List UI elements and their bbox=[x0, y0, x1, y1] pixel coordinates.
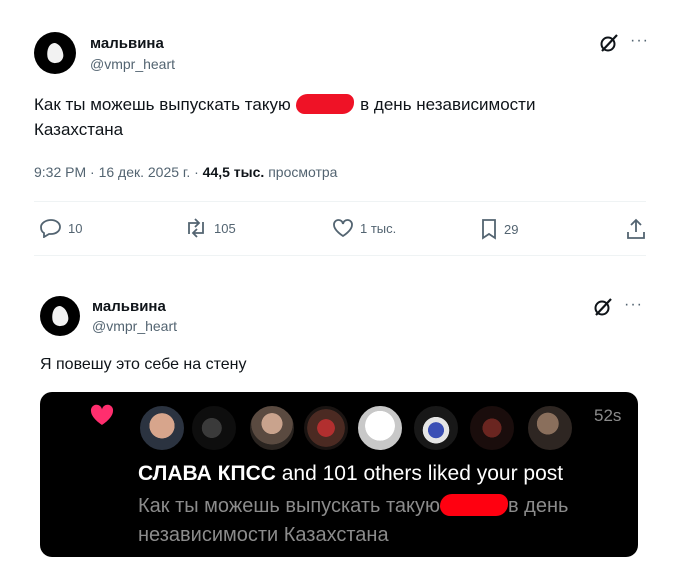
repost-icon bbox=[188, 218, 204, 238]
reply-button[interactable]: 10 bbox=[40, 218, 82, 238]
heart-icon bbox=[90, 404, 114, 431]
avatar[interactable] bbox=[34, 32, 76, 74]
like-button[interactable]: 1 тыс. bbox=[332, 218, 396, 238]
post-text-line2: Казахстана bbox=[34, 120, 124, 139]
repost-count: 105 bbox=[214, 220, 236, 236]
post-text-part1: Как ты можешь выпускать такую bbox=[34, 95, 291, 114]
flame-logo-icon bbox=[45, 41, 65, 65]
flame-logo-icon bbox=[50, 304, 70, 328]
author-handle[interactable]: @vmpr_heart bbox=[90, 56, 175, 72]
views-count: 44,5 тыс. bbox=[202, 164, 265, 180]
divider bbox=[34, 255, 646, 256]
liker-avatar[interactable] bbox=[356, 404, 404, 452]
views-label: просмотра bbox=[268, 164, 338, 180]
notification-card[interactable]: 52s СЛАВА КПСС and 101 others liked your… bbox=[40, 392, 638, 557]
like-icon bbox=[333, 219, 353, 238]
notification-post-preview: Как ты можешь выпускать такую в день неза… bbox=[138, 492, 618, 550]
liker-name[interactable]: СЛАВА КПСС bbox=[138, 462, 276, 485]
repost-button[interactable]: 105 bbox=[184, 218, 236, 238]
grok-icon[interactable] bbox=[598, 32, 620, 59]
notification-title-rest: and 101 others liked your post bbox=[281, 462, 564, 485]
post-text: Как ты можешь выпускать такую в день нез… bbox=[34, 92, 594, 142]
bookmark-button[interactable]: 29 bbox=[480, 218, 518, 240]
liker-avatar[interactable] bbox=[412, 404, 460, 452]
post-time[interactable]: 9:32 PM · 16 дек. 2025 г. · bbox=[34, 164, 203, 180]
share-button[interactable] bbox=[626, 218, 646, 240]
liker-avatar[interactable] bbox=[526, 404, 574, 452]
liker-avatar[interactable] bbox=[190, 404, 238, 452]
bookmark-count: 29 bbox=[504, 221, 519, 237]
liker-avatar[interactable] bbox=[248, 404, 296, 452]
preview-line2: независимости Казахстана bbox=[138, 524, 389, 546]
liker-avatar[interactable] bbox=[302, 404, 350, 452]
notification-title: СЛАВА КПСС and 101 others liked your pos… bbox=[138, 462, 563, 486]
avatar[interactable] bbox=[40, 296, 80, 336]
reply-icon bbox=[40, 219, 61, 238]
divider bbox=[34, 201, 646, 202]
preview-part2: в день bbox=[508, 495, 569, 517]
more-icon[interactable]: ··· bbox=[630, 32, 649, 50]
notification-time: 52s bbox=[594, 406, 622, 425]
reply-count: 10 bbox=[68, 220, 83, 236]
bookmark-icon bbox=[482, 219, 496, 240]
liker-avatar[interactable] bbox=[468, 404, 516, 452]
share-icon bbox=[627, 218, 645, 239]
redaction-mark bbox=[296, 94, 355, 114]
redaction-mark bbox=[440, 494, 508, 516]
post-meta: 9:32 PM · 16 дек. 2025 г. · 44,5 тыс. пр… bbox=[34, 164, 337, 180]
post-text: Я повешу это себе на стену bbox=[40, 356, 247, 373]
grok-icon[interactable] bbox=[592, 296, 614, 323]
preview-part1: Как ты можешь выпускать такую bbox=[138, 495, 440, 517]
author-name[interactable]: мальвина bbox=[92, 298, 166, 315]
like-count: 1 тыс. bbox=[360, 220, 397, 236]
author-handle[interactable]: @vmpr_heart bbox=[92, 318, 177, 334]
more-icon[interactable]: ··· bbox=[624, 296, 643, 314]
author-name[interactable]: мальвина bbox=[90, 35, 164, 52]
post-text-part2: в день независимости bbox=[360, 95, 536, 114]
liker-avatar[interactable] bbox=[138, 404, 186, 452]
